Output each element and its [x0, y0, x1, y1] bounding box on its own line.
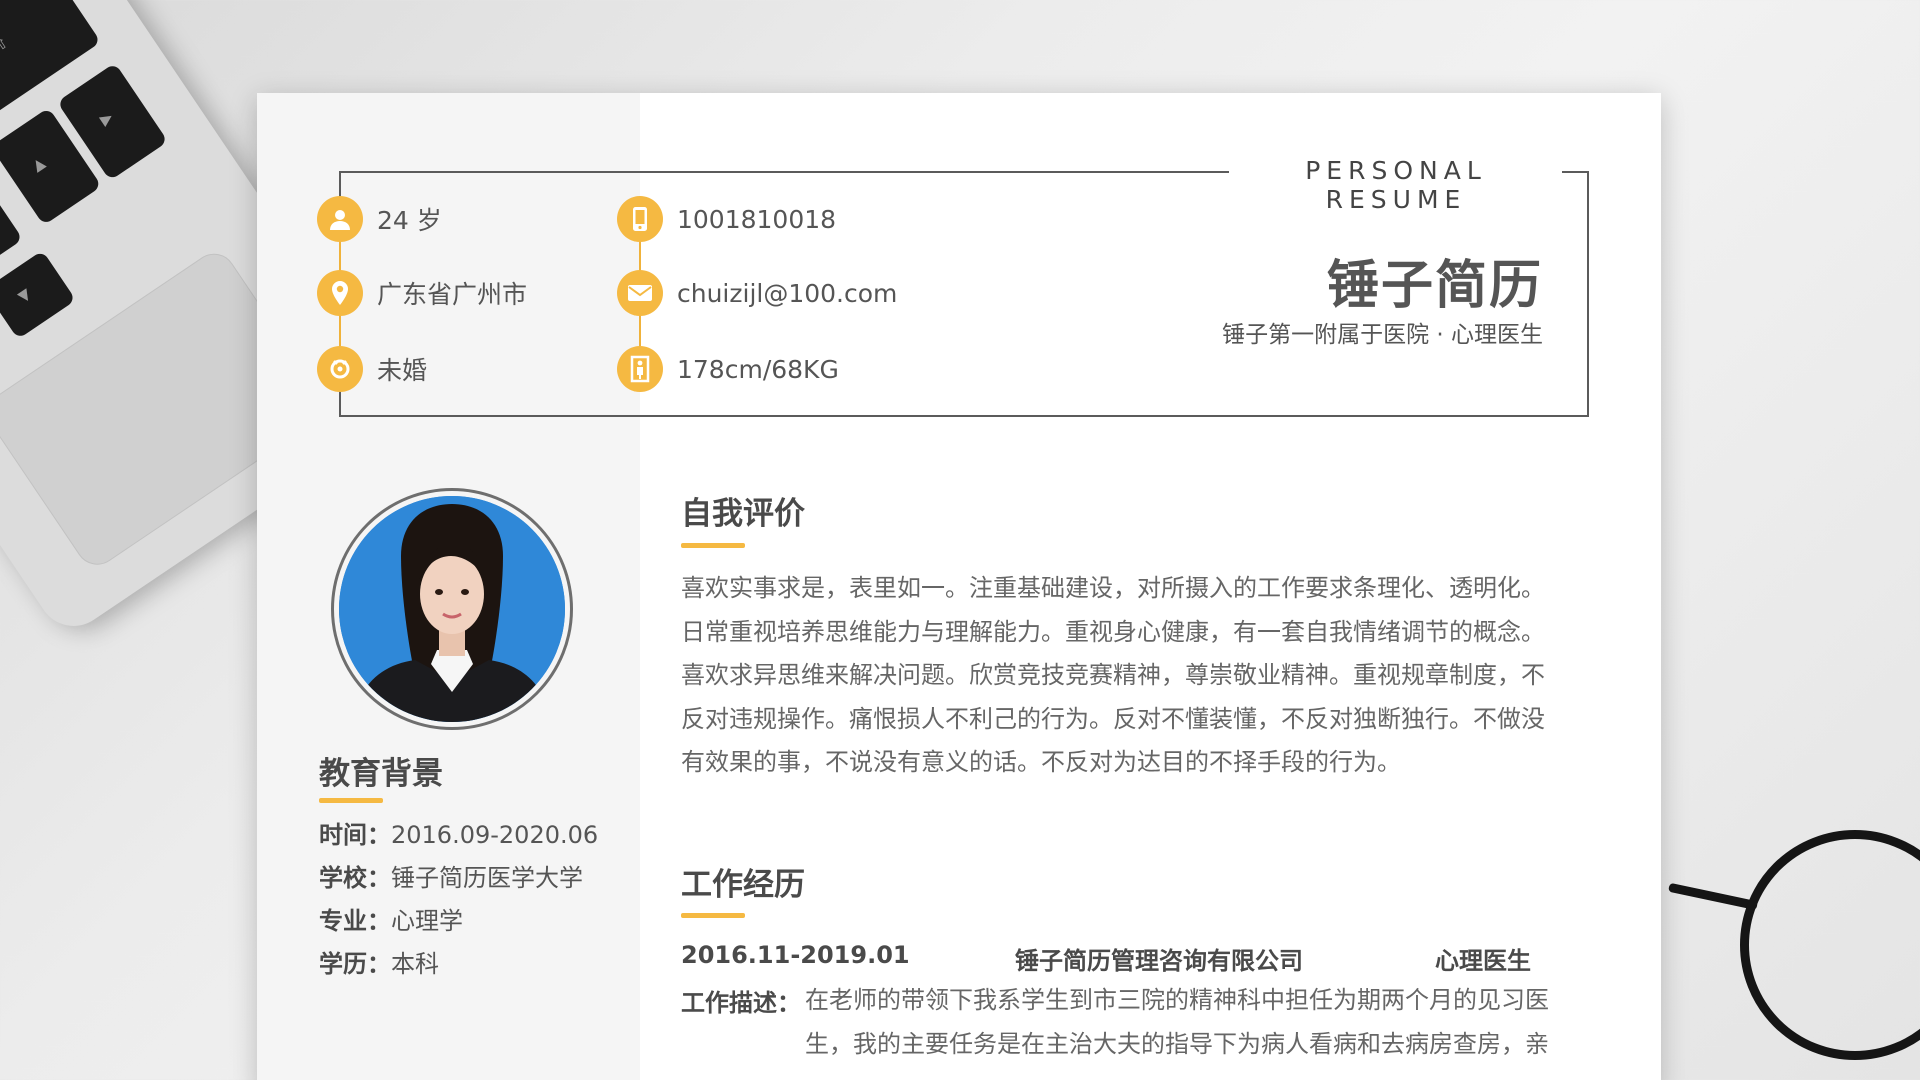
info-marital-status: 未婚	[317, 346, 427, 392]
education-row-school: 学校：锤子简历医学大学	[319, 864, 583, 892]
work-experience-title: 工作经历	[681, 867, 805, 903]
info-height-weight: 178cm/68KG	[617, 346, 839, 392]
profile-photo	[339, 496, 565, 722]
phone-icon	[617, 196, 663, 242]
self-evaluation-title: 自我评价	[681, 496, 805, 532]
education-title: 教育背景	[319, 756, 443, 792]
mail-icon	[617, 270, 663, 316]
eyeglasses-decoration	[1668, 830, 1920, 1070]
education-row-time: 时间：2016.09-2020.06	[319, 821, 599, 849]
job-description: 在老师的带领下我系学生到市三院的精神科中担任为期两个月的见习医 生，我的主要任务…	[805, 986, 1549, 1058]
job-description-label: 工作描述：	[681, 989, 801, 1017]
info-phone: 1001810018	[617, 196, 836, 242]
location-pin-icon	[317, 270, 363, 316]
work-experience-title-underline	[681, 913, 745, 918]
resume-subtitle: 锤子第一附属于医院 · 心理医生	[1222, 322, 1543, 348]
user-icon	[317, 196, 363, 242]
job-position: 心理医生	[1435, 947, 1531, 975]
resume-sheet: PERSONAL RESUME 24 岁 广东省广州市 未婚 100181001…	[257, 93, 1661, 1080]
education-row-degree: 学历：本科	[319, 950, 439, 978]
education-title-underline	[319, 798, 383, 803]
info-age: 24 岁	[317, 196, 442, 242]
info-location: 广东省广州市	[317, 270, 527, 316]
brand-tag: PERSONAL RESUME	[1305, 156, 1487, 214]
self-evaluation-title-underline	[681, 543, 745, 548]
height-icon	[617, 346, 663, 392]
marital-status-icon	[317, 346, 363, 392]
job-period: 2016.11-2019.01	[681, 941, 910, 969]
self-evaluation-text: 喜欢实事求是，表里如一。注重基础建设，对所摄入的工作要求条理化、透明化。 日常重…	[681, 574, 1545, 776]
avatar	[331, 488, 573, 730]
resume-name: 锤子简历	[1326, 256, 1543, 316]
education-row-major: 专业：心理学	[319, 907, 463, 935]
job-company: 锤子简历管理咨询有限公司	[1015, 947, 1303, 975]
keyboard-key: ▼	[0, 250, 77, 340]
info-email: chuizijl@100.com	[617, 270, 897, 316]
